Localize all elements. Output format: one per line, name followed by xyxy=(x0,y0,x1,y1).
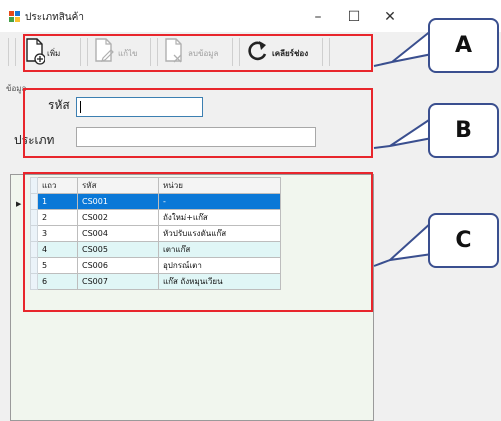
pointer-b xyxy=(389,116,433,147)
pointer-a xyxy=(391,27,433,63)
callout-a: A xyxy=(428,18,499,73)
callout-c: C xyxy=(428,213,499,268)
callout-b: B xyxy=(428,103,499,158)
pointer-c xyxy=(386,219,433,262)
annotation-pointers xyxy=(373,27,433,267)
